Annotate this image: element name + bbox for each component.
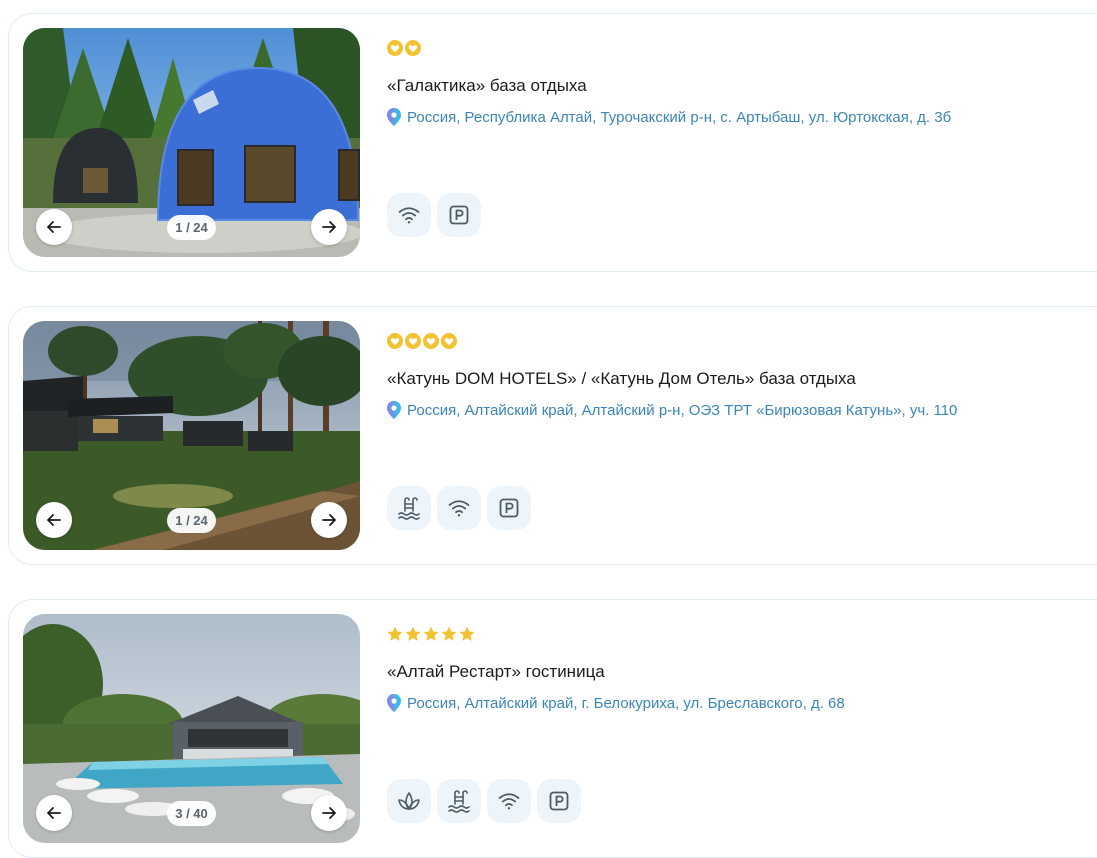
hotel-title[interactable]: «Катунь DOM HOTELS» / «Катунь Дом Отель»… [387,369,856,389]
hotel-address: Россия, Республика Алтай, Турочакский р-… [387,108,951,126]
arrow-right-icon [322,807,336,819]
hotel-title[interactable]: «Алтай Рестарт» гостиница [387,662,605,682]
amenities-list [387,193,481,237]
prev-photo-button[interactable] [36,209,72,245]
hotel-photo-carousel[interactable]: 1 / 24 [23,28,360,257]
next-photo-button[interactable] [311,502,347,538]
pool-icon [396,495,422,521]
arrow-left-icon [47,221,61,233]
prev-photo-button[interactable] [36,502,72,538]
heart-badge-icon [405,40,421,56]
hotel-title[interactable]: «Галактика» база отдыха [387,76,587,96]
parking-icon [547,789,571,813]
spa-icon [396,788,422,814]
amenity-badge[interactable] [437,486,481,530]
wifi-icon [397,203,421,227]
amenity-badge[interactable] [387,193,431,237]
parking-icon [497,496,521,520]
heart-badge-icon [387,333,403,349]
wifi-icon [497,789,521,813]
location-pin-icon [387,401,401,419]
parking-icon [447,203,471,227]
arrow-right-icon [322,221,336,233]
photo-counter: 1 / 24 [167,508,216,533]
star-icon [459,626,475,642]
star-icon [405,626,421,642]
location-pin-icon [387,694,401,712]
amenity-badge[interactable] [487,486,531,530]
arrow-left-icon [47,514,61,526]
next-photo-button[interactable] [311,209,347,245]
star-icon [423,626,439,642]
heart-badge-icon [387,40,403,56]
hotel-address: Россия, Алтайский край, г. Белокуриха, у… [387,694,845,712]
hotel-address-text: Россия, Алтайский край, г. Белокуриха, у… [407,694,845,712]
hotel-photo-carousel[interactable]: 3 / 40 [23,614,360,843]
arrow-left-icon [47,807,61,819]
hotel-address: Россия, Алтайский край, Алтайский р-н, О… [387,401,957,419]
hotel-rating [387,40,421,56]
amenity-badge[interactable] [387,779,431,823]
amenity-badge[interactable] [537,779,581,823]
amenity-badge[interactable] [487,779,531,823]
amenity-badge[interactable] [387,486,431,530]
hotel-card[interactable]: 1 / 24 «Галактика» база отдыха Россия, Р… [8,13,1097,272]
prev-photo-button[interactable] [36,795,72,831]
heart-badge-icon [405,333,421,349]
hotel-card[interactable]: 1 / 24 «Катунь DOM HOTELS» / «Катунь Дом… [8,306,1097,565]
wifi-icon [447,496,471,520]
heart-badge-icon [423,333,439,349]
photo-counter: 1 / 24 [167,215,216,240]
hotel-address-text: Россия, Алтайский край, Алтайский р-н, О… [407,401,958,419]
heart-badge-icon [441,333,457,349]
hotel-rating [387,333,457,349]
amenity-badge[interactable] [437,193,481,237]
amenities-list [387,486,531,530]
hotel-address-text: Россия, Республика Алтай, Турочакский р-… [407,108,952,126]
hotel-rating [387,626,475,642]
hotel-card[interactable]: 3 / 40 «Алтай Рестарт» гостиница Россия,… [8,599,1097,858]
arrow-right-icon [322,514,336,526]
photo-counter: 3 / 40 [167,801,216,826]
star-icon [441,626,457,642]
location-pin-icon [387,108,401,126]
amenities-list [387,779,581,823]
pool-icon [446,788,472,814]
star-icon [387,626,403,642]
next-photo-button[interactable] [311,795,347,831]
hotel-photo-carousel[interactable]: 1 / 24 [23,321,360,550]
amenity-badge[interactable] [437,779,481,823]
